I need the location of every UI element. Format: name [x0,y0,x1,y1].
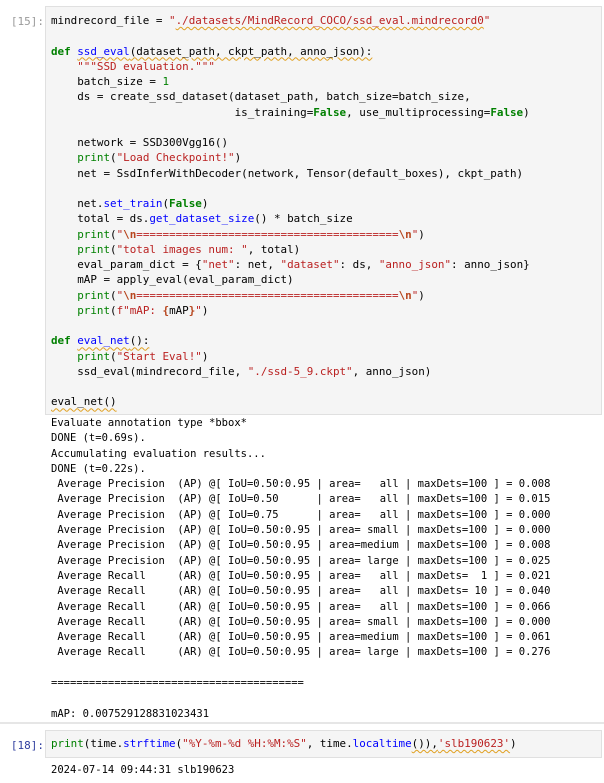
output-line: Average Precision (AP) @[ IoU=0.50 | are… [51,493,551,506]
code-line-print-time: print(time.strftime("%Y-%m-%d %H:%M:%S",… [51,737,517,750]
output-line: Average Recall (AR) @[ IoU=0.50:0.95 | a… [51,600,551,613]
code-line-7: network = SSD300Vgg16() [51,136,229,149]
output-line: Average Precision (AP) @[ IoU=0.50:0.95 … [51,478,551,491]
code-line-10: net.set_train(False) [51,197,209,210]
output-line: Average Recall (AR) @[ IoU=0.50:0.95 | a… [51,631,551,644]
code-line-13: print("total images num: ", total) [77,242,301,256]
code-line-11: total = ds.get_dataset_size() * batch_si… [51,212,353,226]
output-separator-line: ======================================== [51,677,304,690]
cell-15-output: Evaluate annotation type *bbox* DONE (t=… [51,416,550,722]
output-line: Accumulating evaluation results... [51,447,266,460]
code-line-8: print("Load Checkpoint!") [77,151,242,165]
code-line-18: def eval_net(): [51,334,150,348]
output-line: Average Precision (AP) @[ IoU=0.50:0.95 … [51,554,551,567]
code-line-21: eval_net() [51,395,117,409]
code-line-14: eval_param_dict = {"net": net, "dataset"… [51,258,530,271]
output-line: DONE (t=0.69s). [51,432,146,445]
code-line-12: print("\n===============================… [77,227,425,241]
output-line: Average Recall (AR) @[ IoU=0.50:0.95 | a… [51,646,551,659]
cell-18-prompt: [18]: [10,739,44,752]
output-map-value: mAP: 0.007529128831023431 [51,707,210,720]
code-line-5: ds = create_ssd_dataset(dataset_path, ba… [51,90,471,104]
cell-15-prompt: [15]: [10,15,44,28]
code-cell-18[interactable]: print(time.strftime("%Y-%m-%d %H:%M:%S",… [45,730,602,758]
code-line-4: batch_size = 1 [51,75,170,88]
cell-divider [0,722,604,724]
code-editor-18[interactable]: print(time.strftime("%Y-%m-%d %H:%M:%S",… [46,731,601,751]
code-editor-15[interactable]: mindrecord_file = "./datasets/MindRecord… [46,7,601,410]
output-line: Average Recall (AR) @[ IoU=0.50:0.95 | a… [51,615,551,628]
cell-18-output: 2024-07-14 09:44:31 slb190623 [51,764,235,776]
output-line: Average Precision (AP) @[ IoU=0.50:0.95 … [51,524,551,537]
output-line: Average Recall (AR) @[ IoU=0.50:0.95 | a… [51,569,551,582]
code-line-17: print(f"mAP: {mAP}") [77,303,209,317]
code-line-16: print("\n===============================… [77,288,425,302]
output-line: Average Recall (AR) @[ IoU=0.50:0.95 | a… [51,585,551,598]
output-line: Average Precision (AP) @[ IoU=0.75 | are… [51,508,551,521]
output-line: Evaluate annotation type *bbox* [51,417,247,429]
code-line-20: ssd_eval(mindrecord_file, "./ssd-5_9.ckp… [51,364,432,378]
code-line-6: is_training=False, use_multiprocessing=F… [51,105,530,119]
code-line-19: print("Start Eval!") [77,349,209,363]
code-line-15: mAP = apply_eval(eval_param_dict) [51,273,294,287]
code-cell-15[interactable]: mindrecord_file = "./datasets/MindRecord… [45,6,602,415]
code-line-1: mindrecord_file = "./datasets/MindRecord… [51,14,491,27]
code-line-9: net = SsdInferWithDecoder(network, Tenso… [51,166,524,180]
code-line-3: """SSD evaluation.""" [77,59,215,73]
output-line: Average Precision (AP) @[ IoU=0.50:0.95 … [51,539,551,552]
code-line-2: def ssd_eval(dataset_path, ckpt_path, an… [51,44,373,58]
output-line: DONE (t=0.22s). [51,462,146,475]
